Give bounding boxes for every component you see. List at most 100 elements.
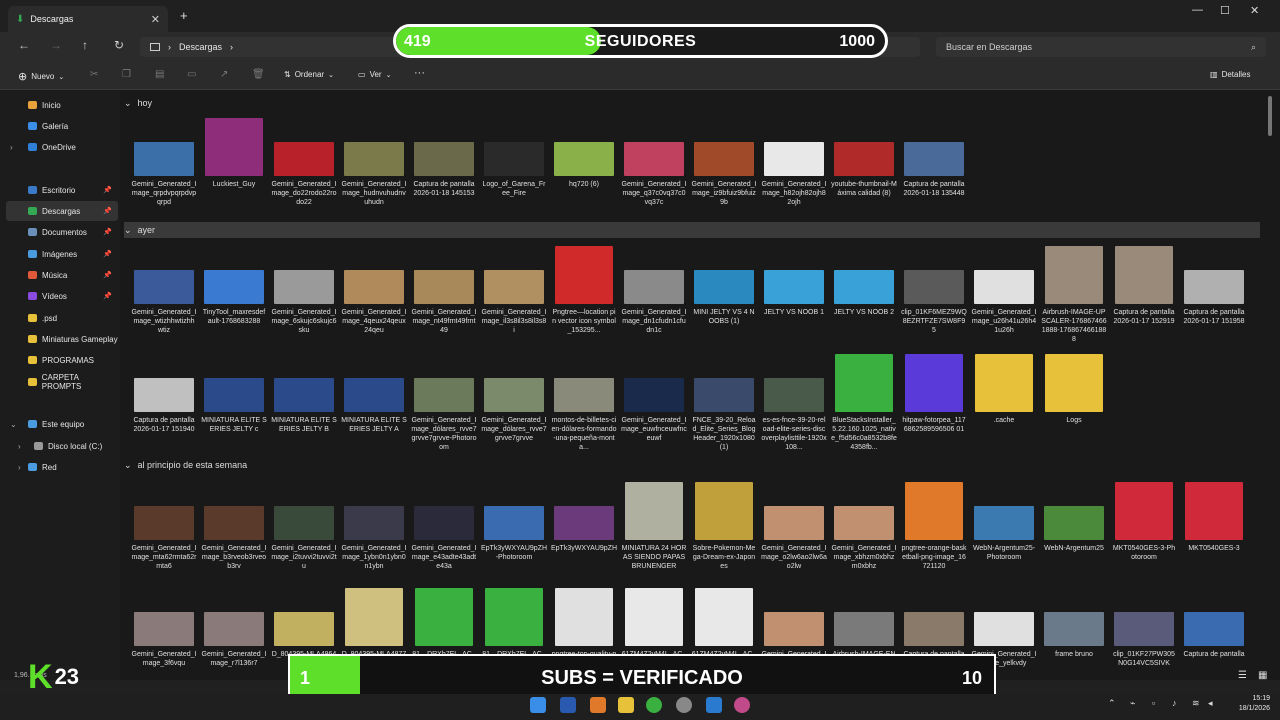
rename-icon[interactable]: ▭: [187, 69, 196, 80]
file-item[interactable]: Sobre-Pokemon-Mega-Dream-ex-Japones: [691, 482, 757, 571]
file-item[interactable]: Gemini_Generated_Image_b3rveob3rveob3rv: [201, 506, 267, 571]
chevron-right-icon[interactable]: ›: [18, 442, 21, 451]
app-icon[interactable]: [560, 697, 576, 713]
file-item[interactable]: Gemini_Generated_Image_euwfnceuwfnceuwf: [621, 378, 687, 443]
sidebar-item-descargas[interactable]: Descargas 📌: [6, 201, 118, 221]
file-item[interactable]: youtube-thumbnail-Máxima calidad (8): [831, 142, 897, 198]
sort-button[interactable]: ⇅ Ordenar ⌄: [284, 70, 334, 79]
file-item[interactable]: FNCE_39-20_Reload_Elite_Series_BlogHeade…: [691, 378, 757, 452]
file-item[interactable]: MKT0540GES-3: [1181, 482, 1247, 553]
file-item[interactable]: MINIATURA ELITE SERIES JELTY B: [271, 378, 337, 434]
sidebar-item-inicio[interactable]: Inicio: [6, 95, 118, 115]
chevron-down-icon[interactable]: ⌄: [10, 420, 17, 429]
file-item[interactable]: Gemini_Generated_Image_hudnvuhudnvuhudn: [341, 142, 407, 207]
volume-icon[interactable]: ◂: [1208, 698, 1213, 709]
sidebar-item-red[interactable]: › Red: [6, 457, 118, 477]
group-header-semana[interactable]: ⌄ al principio de esta semana: [124, 457, 1260, 473]
sidebar-item-disco-local[interactable]: › Disco local (C:): [6, 436, 118, 456]
file-item[interactable]: Captura de pantalla: [901, 612, 967, 659]
file-item[interactable]: Gemini_Generated_Image_qrpdvpqrpdvpqrpd: [131, 142, 197, 207]
back-button[interactable]: ←: [18, 38, 30, 52]
minimize-button[interactable]: —: [1192, 4, 1203, 16]
file-item[interactable]: EpTk3yWXYAU9pZH: [551, 506, 617, 553]
microphone-icon[interactable]: ♪: [1172, 698, 1177, 708]
file-item[interactable]: Gemini_Generated_Image_do22rodo22rodo22: [271, 142, 337, 207]
system-clock[interactable]: 15:19 18/1/2026: [1224, 694, 1270, 714]
sidebar-item-onedrive[interactable]: › OneDrive: [6, 137, 118, 157]
file-item[interactable]: BlueStacksInstaller_5.22.160.1025_native…: [831, 354, 897, 452]
file-item[interactable]: Gemini_Generated_Image_dn1cfudn1cfudn1c: [621, 270, 687, 335]
details-button[interactable]: ▥ Detalles: [1210, 70, 1250, 79]
file-item[interactable]: EpTk3yWXYAU9pZH-Photoroom: [481, 506, 547, 562]
file-item[interactable]: Gemini_Generated_Image_q37c0vq37c0vq37c: [621, 142, 687, 207]
wifi-icon[interactable]: ≋: [1192, 698, 1200, 709]
tab-close-button[interactable]: ✕: [151, 13, 160, 26]
file-item[interactable]: Gemini_Generated_Image_iz9bfuiz9bfuiz9b: [691, 142, 757, 207]
new-button[interactable]: ⊕ Nuevo ⌄: [18, 70, 64, 83]
app-icon[interactable]: [734, 697, 750, 713]
paste-icon[interactable]: ▤: [155, 69, 164, 80]
file-item[interactable]: MINIATURA 24 HORAS SIENDO PAPAS BRUNENGE…: [621, 482, 687, 571]
file-item[interactable]: pngtree-orange-basketball-png-image_1672…: [901, 482, 967, 571]
file-item[interactable]: Gemini_Generated_Image_o2lw6ao2lw6ao2lw: [761, 506, 827, 571]
app-icon[interactable]: [706, 697, 722, 713]
file-item[interactable]: montos-de-billetes-cien-dólares-formando…: [551, 378, 617, 452]
delete-icon[interactable]: 🗑: [252, 69, 265, 80]
file-item[interactable]: Gemini_Generated_Image_nt49frnt49frnt49: [411, 270, 477, 335]
file-item[interactable]: Captura de pantalla 2026-01-17 151940: [131, 378, 197, 434]
file-item[interactable]: Captura de pantalla 2026-01-17 151958: [1181, 270, 1247, 326]
sidebar-item-galeria[interactable]: Galería: [6, 116, 118, 136]
share-icon[interactable]: ↗: [220, 69, 228, 80]
file-item[interactable]: JELTY VS NOOB 2: [831, 270, 897, 317]
file-item[interactable]: MINI JELTY VS 4 NOOBS (1): [691, 270, 757, 326]
app-tray-icon[interactable]: ▫: [1152, 698, 1155, 708]
file-item[interactable]: Gemini_Generated_Image_i2tuvvi2tuvvi2tu: [271, 506, 337, 571]
tiles-view-icon[interactable]: ▦: [1258, 670, 1267, 681]
search-input[interactable]: Buscar en Descargas ⌕: [936, 37, 1266, 57]
app-icon[interactable]: [590, 697, 606, 713]
breadcrumb-descargas[interactable]: Descargas: [179, 42, 222, 52]
file-item[interactable]: Airbrush-IMAGE-UPSCALER-1768674661888-17…: [1041, 246, 1107, 344]
forward-button[interactable]: →: [50, 38, 62, 52]
file-item[interactable]: Gemini_Generated_Image_il3s8il3s8il3s8i: [481, 270, 547, 335]
file-item[interactable]: clip_01KF6MEZ9WQ8EZRTFZE7SW8F95: [901, 270, 967, 335]
scrollbar-thumb[interactable]: [1268, 96, 1272, 136]
sidebar-item-carpeta-prompts[interactable]: CARPETA PROMPTS: [6, 372, 118, 392]
group-header-hoy[interactable]: ⌄ hoy: [124, 95, 1260, 111]
file-item[interactable]: Gemini_Generated_Image_e43adte43adte43a: [411, 506, 477, 571]
sidebar-item-programas[interactable]: PROGRAMAS: [6, 350, 118, 370]
sidebar-item-documentos[interactable]: Documentos 📌: [6, 222, 118, 242]
app-icon[interactable]: [676, 697, 692, 713]
file-item[interactable]: Gemini_Generated_Image_r7l136r7: [201, 612, 267, 668]
file-item[interactable]: Gemini_Generated_Image_u26h41u26h41u26h: [971, 270, 1037, 335]
file-item[interactable]: Pngtree—location pin vector icon symbol_…: [551, 246, 617, 335]
up-button[interactable]: ↑: [82, 38, 88, 52]
file-item[interactable]: Gemini_Generated_Image_xbhzm0xbhzm0xbhz: [831, 506, 897, 571]
chevron-right-icon[interactable]: ›: [10, 143, 13, 152]
file-item[interactable]: MINIATURA ELITE SERIES JELTY c: [201, 378, 267, 434]
file-item[interactable]: Gemini_Generated_Image_1ybn0n1ybn0n1ybn: [341, 506, 407, 571]
file-item[interactable]: Gemini_Generated_Image_dólares_rvve7grvv…: [411, 378, 477, 452]
file-item[interactable]: Logs: [1041, 354, 1107, 425]
file-item[interactable]: Captura de pantalla 2026-01-17 152919: [1111, 246, 1177, 326]
file-item[interactable]: Gemini_Generated_Image_h82ojh82ojh82ojh: [761, 142, 827, 207]
file-item[interactable]: Gemini_Generated_Image_wtizhhwtizhhwtiz: [131, 270, 197, 335]
view-button[interactable]: ▭ Ver ⌄: [358, 70, 391, 79]
details-view-icon[interactable]: ☰: [1238, 670, 1247, 681]
file-item[interactable]: Gemini_Generated_Image_3f6vqu: [131, 612, 197, 668]
copy-icon[interactable]: ❐: [122, 69, 131, 80]
file-item[interactable]: frame bruno: [1041, 612, 1107, 659]
sidebar-item-psd[interactable]: .psd: [6, 308, 118, 328]
more-options-button[interactable]: ···: [414, 67, 425, 79]
file-item[interactable]: WebN-Argentum25: [1041, 506, 1107, 553]
file-item[interactable]: MKT0540GES-3-Photoroom: [1111, 482, 1177, 562]
file-item[interactable]: Gemini_Generated_Image_dólares_rvve7grvv…: [481, 378, 547, 443]
sidebar-item-videos[interactable]: Vídeos 📌: [6, 286, 118, 306]
file-item[interactable]: .cache: [971, 354, 1037, 425]
file-item[interactable]: MINIATURA ELITE SERIES JELTY A: [341, 378, 407, 434]
new-tab-button[interactable]: +: [180, 8, 188, 23]
tab-descargas[interactable]: ⬇ Descargas ✕: [8, 6, 168, 32]
sidebar-item-este-equipo[interactable]: ⌄ Este equipo: [6, 414, 118, 434]
file-item[interactable]: Captura de pantalla 2026-01-18 135448: [901, 142, 967, 198]
maximize-button[interactable]: ☐: [1220, 4, 1230, 17]
